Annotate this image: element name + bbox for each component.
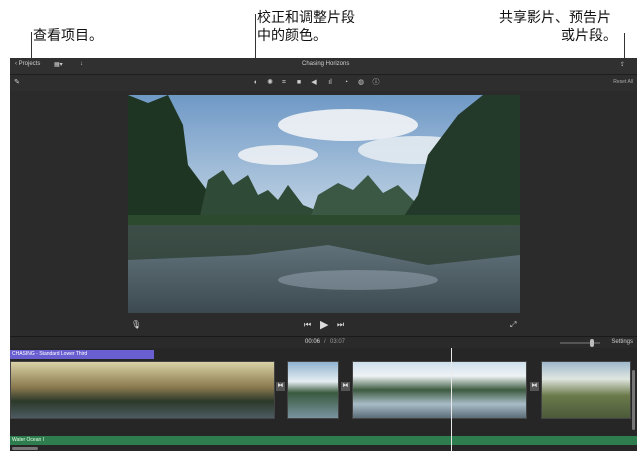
callout-view-projects: 查看项目。: [33, 28, 103, 44]
time-separator: /: [324, 339, 326, 345]
audio-clip[interactable]: Water Ocean I: [10, 436, 637, 445]
current-time: 00:06: [305, 339, 321, 345]
magic-wand-icon[interactable]: ✎: [13, 79, 21, 87]
zoom-slider-knob[interactable]: [590, 339, 594, 347]
imovie-window: ‹ Projects ▦▾ ↓ Chasing Horizons ⇪ ✎ ◐ ✺…: [10, 58, 637, 451]
viewer: 🎙 ⏮ ▶ ⏭ ⤢: [10, 91, 637, 335]
import-icon[interactable]: ↓: [80, 61, 83, 67]
title-clip[interactable]: CHASING - Standard Lower Third: [10, 350, 154, 359]
color-correction-icon[interactable]: ✺: [266, 79, 274, 87]
skip-back-icon[interactable]: ⏮: [304, 320, 311, 330]
horizontal-scrollbar[interactable]: [12, 447, 38, 450]
volume-icon[interactable]: ◀: [310, 79, 318, 87]
transition-2[interactable]: ⧓: [341, 382, 350, 391]
projects-label: Projects: [18, 61, 41, 67]
speed-icon[interactable]: ◔: [342, 79, 350, 87]
video-preview[interactable]: [128, 95, 520, 313]
transition-3[interactable]: ⧓: [530, 382, 539, 391]
voiceover-mic-icon[interactable]: 🎙: [131, 320, 141, 329]
adjustment-toolbar: ✎ ◐ ✺ ⌗ ■ ◀ ıl ◔ ◍ ⓘ Reset All: [10, 75, 637, 91]
total-time: 03:07: [330, 339, 346, 345]
clip-4[interactable]: [541, 361, 631, 419]
reset-all-button[interactable]: Reset All: [613, 79, 633, 85]
callout-share-2: 或片段。: [561, 28, 617, 44]
color-balance-icon[interactable]: ◐: [252, 79, 260, 87]
stabilization-icon[interactable]: ■: [295, 79, 303, 87]
callout-share-1: 共享影片、预告片: [499, 10, 611, 26]
landscape-image: [128, 95, 520, 313]
clip-1[interactable]: [10, 361, 275, 419]
callout-adjust-color-1: 校正和调整片段: [257, 10, 355, 26]
projects-back-button[interactable]: ‹ Projects: [15, 61, 40, 67]
crop-icon[interactable]: ⌗: [280, 79, 288, 87]
play-icon[interactable]: ▶: [320, 318, 328, 331]
zoom-slider[interactable]: [560, 339, 600, 347]
noise-reduction-icon[interactable]: ◍: [357, 79, 365, 87]
media-browser-icon[interactable]: ▦▾: [54, 61, 63, 68]
top-bar: ‹ Projects ▦▾ ↓ Chasing Horizons ⇪: [10, 58, 637, 75]
vertical-scrollbar[interactable]: [632, 370, 635, 430]
skip-forward-icon[interactable]: ⏭: [337, 320, 344, 330]
clip-3[interactable]: [352, 361, 527, 419]
info-icon[interactable]: ⓘ: [372, 79, 380, 87]
timeline: CHASING - Standard Lower Third ⧓ ⧓ ⧓ Wat…: [10, 348, 637, 451]
equalizer-icon[interactable]: ıl: [326, 79, 334, 87]
callout-line-projects: [31, 32, 32, 60]
callout-line-share: [624, 33, 625, 61]
share-icon[interactable]: ⇪: [620, 61, 625, 68]
fullscreen-icon[interactable]: ⤢: [510, 320, 516, 330]
transition-1[interactable]: ⧓: [276, 382, 285, 391]
settings-button[interactable]: Settings: [611, 339, 633, 345]
clip-2[interactable]: [287, 361, 339, 419]
playhead[interactable]: [451, 348, 452, 451]
project-title: Chasing Horizons: [302, 61, 350, 67]
callout-adjust-color-2: 中的颜色。: [257, 28, 327, 44]
